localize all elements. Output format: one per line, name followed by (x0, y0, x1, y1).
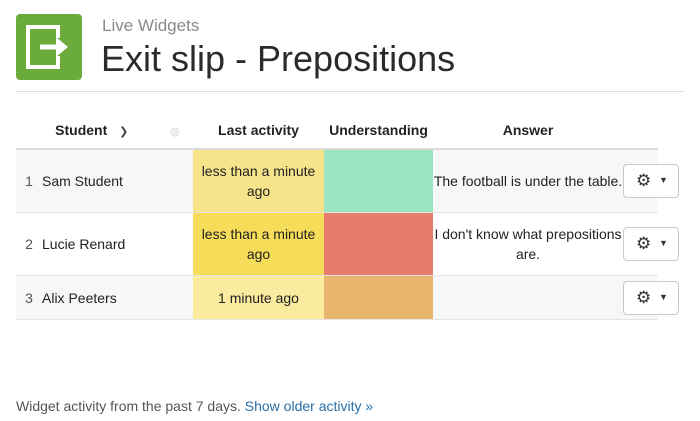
column-last-activity-header: Last activity (193, 112, 324, 150)
row-settings-button[interactable]: ⚙ ▼ (623, 164, 679, 198)
understanding-cell (324, 275, 433, 320)
row-number: 1 (16, 149, 42, 213)
row-actions: ⚙ ▼ (623, 275, 679, 320)
row-actions: ⚙ ▼ (623, 149, 679, 213)
last-activity-cell: less than a minute ago (193, 149, 324, 213)
student-table: Student ❯ ◎ Last activity Understanding … (16, 112, 679, 320)
caret-down-icon: ▼ (659, 238, 668, 248)
student-name: Alix Peeters (42, 275, 193, 320)
last-activity-cell: 1 minute ago (193, 275, 324, 320)
table-header-row: Student ❯ ◎ Last activity Understanding … (16, 112, 658, 150)
understanding-cell (324, 149, 433, 213)
column-understanding-header: Understanding (324, 112, 433, 150)
column-answer-header: Answer (433, 112, 623, 150)
column-actions-header (623, 112, 658, 150)
column-student-label: Student (55, 122, 108, 138)
table-row: 1 Sam Student less than a minute ago The… (16, 149, 679, 213)
page-header: Live Widgets Exit slip - Prepositions (16, 14, 684, 84)
student-name: Sam Student (42, 149, 193, 213)
row-actions: ⚙ ▼ (623, 212, 679, 276)
column-student-header[interactable]: Student ❯ ◎ (42, 112, 193, 150)
row-number: 2 (16, 212, 42, 276)
caret-down-icon: ▼ (659, 175, 668, 185)
answer-cell: The football is under the table. (433, 149, 623, 213)
activity-footer: Widget activity from the past 7 days. Sh… (16, 398, 373, 414)
row-number: 3 (16, 275, 42, 320)
gear-icon: ⚙ (636, 234, 652, 253)
student-name: Lucie Renard (42, 212, 193, 276)
answer-cell (433, 275, 623, 320)
row-settings-button[interactable]: ⚙ ▼ (623, 280, 679, 315)
app-subtitle: Live Widgets (102, 16, 200, 35)
page-title: Exit slip - Prepositions (101, 38, 456, 79)
footer-text: Widget activity from the past 7 days. (16, 398, 241, 414)
gear-icon: ⚙ (636, 287, 652, 307)
column-number-header (16, 112, 42, 150)
show-older-activity-link[interactable]: Show older activity » (245, 398, 373, 414)
last-activity-cell: less than a minute ago (193, 212, 324, 276)
understanding-cell (324, 212, 433, 276)
hide-names-eye-icon[interactable]: ◎ (170, 125, 180, 138)
table-row: 3 Alix Peeters 1 minute ago ⚙ ▼ (16, 275, 679, 320)
answer-cell: I don't know what prepositions are. (433, 212, 623, 276)
header-divider (16, 91, 684, 92)
table-row: 2 Lucie Renard less than a minute ago I … (16, 212, 679, 276)
caret-down-icon: ▼ (659, 291, 668, 302)
exit-arrow-icon (16, 14, 82, 80)
row-settings-button[interactable]: ⚙ ▼ (623, 227, 679, 261)
chevron-down-icon[interactable]: ❯ (119, 125, 128, 138)
gear-icon: ⚙ (636, 171, 652, 190)
